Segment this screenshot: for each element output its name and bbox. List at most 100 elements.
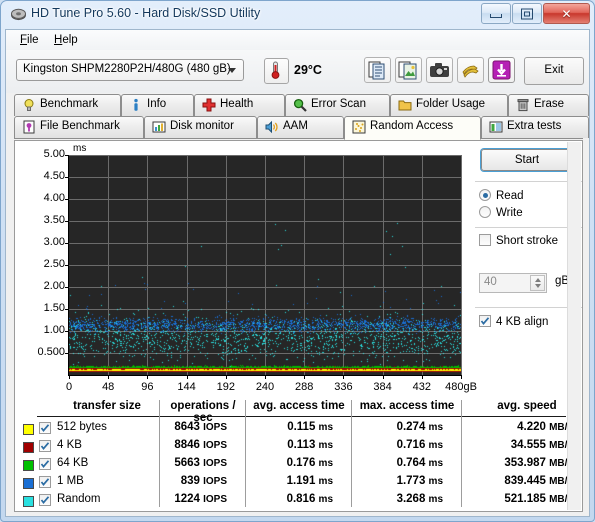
cell-avg-access: 0.115 ms (287, 421, 333, 433)
tab-info[interactable]: Info (121, 94, 194, 116)
tab-erase[interactable]: Erase (508, 94, 589, 116)
chart-x-label: 432 (412, 381, 431, 393)
checkbox-4kb-align[interactable]: 4 KB align (479, 315, 548, 328)
transfer-size-label: 1 MB (57, 475, 84, 487)
transfer-size-label: 4 KB (57, 439, 82, 451)
window-buttons: ✕ (481, 3, 590, 24)
maximize-button[interactable] (512, 3, 542, 24)
chart-scatter-canvas (69, 155, 461, 375)
cell-avg-access: 0.816 ms (286, 493, 333, 505)
cell-avg-speed: 521.185 MB/s (504, 493, 573, 505)
chart-y-label: 5.00 (43, 148, 65, 160)
chart-y-label: 3.50 (43, 214, 65, 226)
series-visibility-checkbox[interactable] (39, 476, 51, 488)
series-visibility-checkbox[interactable] (39, 458, 51, 470)
close-button[interactable]: ✕ (543, 3, 590, 24)
radio-read-label: Read (496, 190, 524, 202)
tab-health[interactable]: Health (194, 94, 285, 116)
checkbox-4kb-align-indicator (479, 315, 491, 327)
close-icon: ✕ (561, 6, 572, 21)
menu-help[interactable]: Help (48, 33, 84, 47)
minimize-icon (490, 13, 502, 18)
series-color-swatch (23, 460, 34, 471)
drive-select[interactable]: Kingston SHPM2280P2H/480G (480 gB) (16, 59, 244, 81)
radio-read-indicator (479, 189, 491, 201)
checkbox-short-stroke-label: Short stroke (496, 235, 558, 247)
cell-max-access: 1.773 ms (396, 475, 443, 487)
table-row[interactable]: 4 KB 8846 IOPS 0.113 ms 0.716 ms 34.555 MB/s (17, 437, 573, 455)
chart-x-label: 192 (216, 381, 235, 393)
save-report-button[interactable] (488, 57, 515, 83)
chart-gridline-v (461, 155, 462, 375)
series-visibility-checkbox[interactable] (39, 422, 51, 434)
tab-health-label: Health (220, 98, 254, 110)
radio-read[interactable]: Read (479, 189, 524, 202)
cell-avg-access: 0.176 ms (286, 457, 333, 469)
tab-extra-tests[interactable]: Extra tests (481, 116, 589, 138)
chart-x-label: 240 (255, 381, 275, 393)
chart-y-label: 3.00 (43, 236, 65, 248)
cell-max-access: 0.764 ms (396, 457, 443, 469)
magnifier-icon (293, 98, 307, 112)
tab-file-benchmark[interactable]: File Benchmark (14, 116, 144, 138)
tab-disk-monitor[interactable]: Disk monitor (144, 116, 257, 138)
cell-iops: 8643 IOPS (174, 421, 227, 433)
green-chart-icon (489, 120, 503, 134)
tab-random-access-label: Random Access (370, 120, 454, 132)
chart-x-label: 144 (177, 381, 196, 393)
cell-avg-access: 0.113 ms (287, 439, 333, 451)
attach-button[interactable] (457, 57, 484, 83)
stepper-down-icon (534, 284, 541, 288)
tab-folder-usage[interactable]: Folder Usage (390, 94, 508, 116)
stepper-up-icon (534, 278, 541, 282)
tab-row-1: Benchmark Info Health Error Scan Folder … (14, 94, 589, 117)
chart-x-label: 48 (102, 381, 115, 393)
chart-x-tick (461, 375, 462, 379)
vertical-scrollbar[interactable] (567, 142, 581, 510)
copy-image-button[interactable] (395, 57, 422, 83)
chart-plot-area (65, 155, 462, 379)
maximize-icon (521, 8, 533, 19)
tab-strip: Benchmark Info Health Error Scan Folder … (6, 93, 589, 140)
tab-error-scan[interactable]: Error Scan (285, 94, 390, 116)
chart-x-label: 384 (373, 381, 392, 393)
table-row[interactable]: Random 1224 IOPS 0.816 ms 3.268 ms 521.185 M… (17, 491, 573, 509)
checkbox-4kb-align-label: 4 KB align (496, 316, 549, 328)
radio-write[interactable]: Write (479, 206, 523, 219)
start-button[interactable]: Start (481, 149, 573, 171)
header-underline (37, 416, 566, 417)
exit-button[interactable]: Exit (524, 57, 584, 85)
bar-chart-icon (152, 120, 166, 134)
chart-y-label: 4.00 (43, 192, 65, 204)
tab-aam[interactable]: AAM (257, 116, 344, 138)
short-stroke-stepper[interactable]: 40 (479, 273, 547, 293)
table-row[interactable]: 1 MB 839 IOPS 1.191 ms 1.773 ms 839.445 MB/s (17, 473, 573, 491)
tab-folder-usage-label: Folder Usage (416, 98, 486, 110)
cell-iops: 5663 IOPS (174, 457, 227, 469)
cell-max-access: 0.716 ms (396, 439, 443, 451)
screenshot-button[interactable] (426, 57, 453, 83)
file-benchmark-icon (22, 120, 36, 134)
series-color-swatch (23, 496, 34, 507)
temperature-value: 29°C (294, 63, 322, 77)
menu-file[interactable]: FFileile (14, 33, 45, 47)
minimize-button[interactable] (481, 3, 511, 24)
tab-random-access[interactable]: Random Access (344, 116, 481, 140)
copy-text-button[interactable] (364, 57, 391, 83)
table-row[interactable]: 512 bytes 8643 IOPS 0.115 ms 0.274 ms 4.220 … (17, 419, 573, 437)
transfer-size-label: 64 KB (57, 457, 89, 469)
checkbox-short-stroke[interactable]: Short stroke (479, 234, 558, 247)
short-stroke-stepper-buttons[interactable] (530, 275, 545, 291)
series-visibility-checkbox[interactable] (39, 440, 51, 452)
tab-info-label: Info (147, 98, 167, 110)
table-row[interactable]: 64 KB 5663 IOPS 0.176 ms 0.764 ms 353.987 MB… (17, 455, 573, 473)
series-visibility-checkbox[interactable] (39, 494, 51, 506)
cell-avg-speed: 34.555 MB/s (510, 439, 573, 451)
chart-y-label: 1.50 (43, 302, 65, 314)
tab-benchmark[interactable]: Benchmark (14, 94, 121, 116)
drive-select-value: Kingston SHPM2280P2H/480G (480 gB) (23, 63, 231, 75)
scatter-icon (352, 120, 366, 134)
series-color-swatch (23, 478, 34, 489)
tab-file-benchmark-label: File Benchmark (40, 120, 120, 132)
series-color-swatch (23, 442, 34, 453)
